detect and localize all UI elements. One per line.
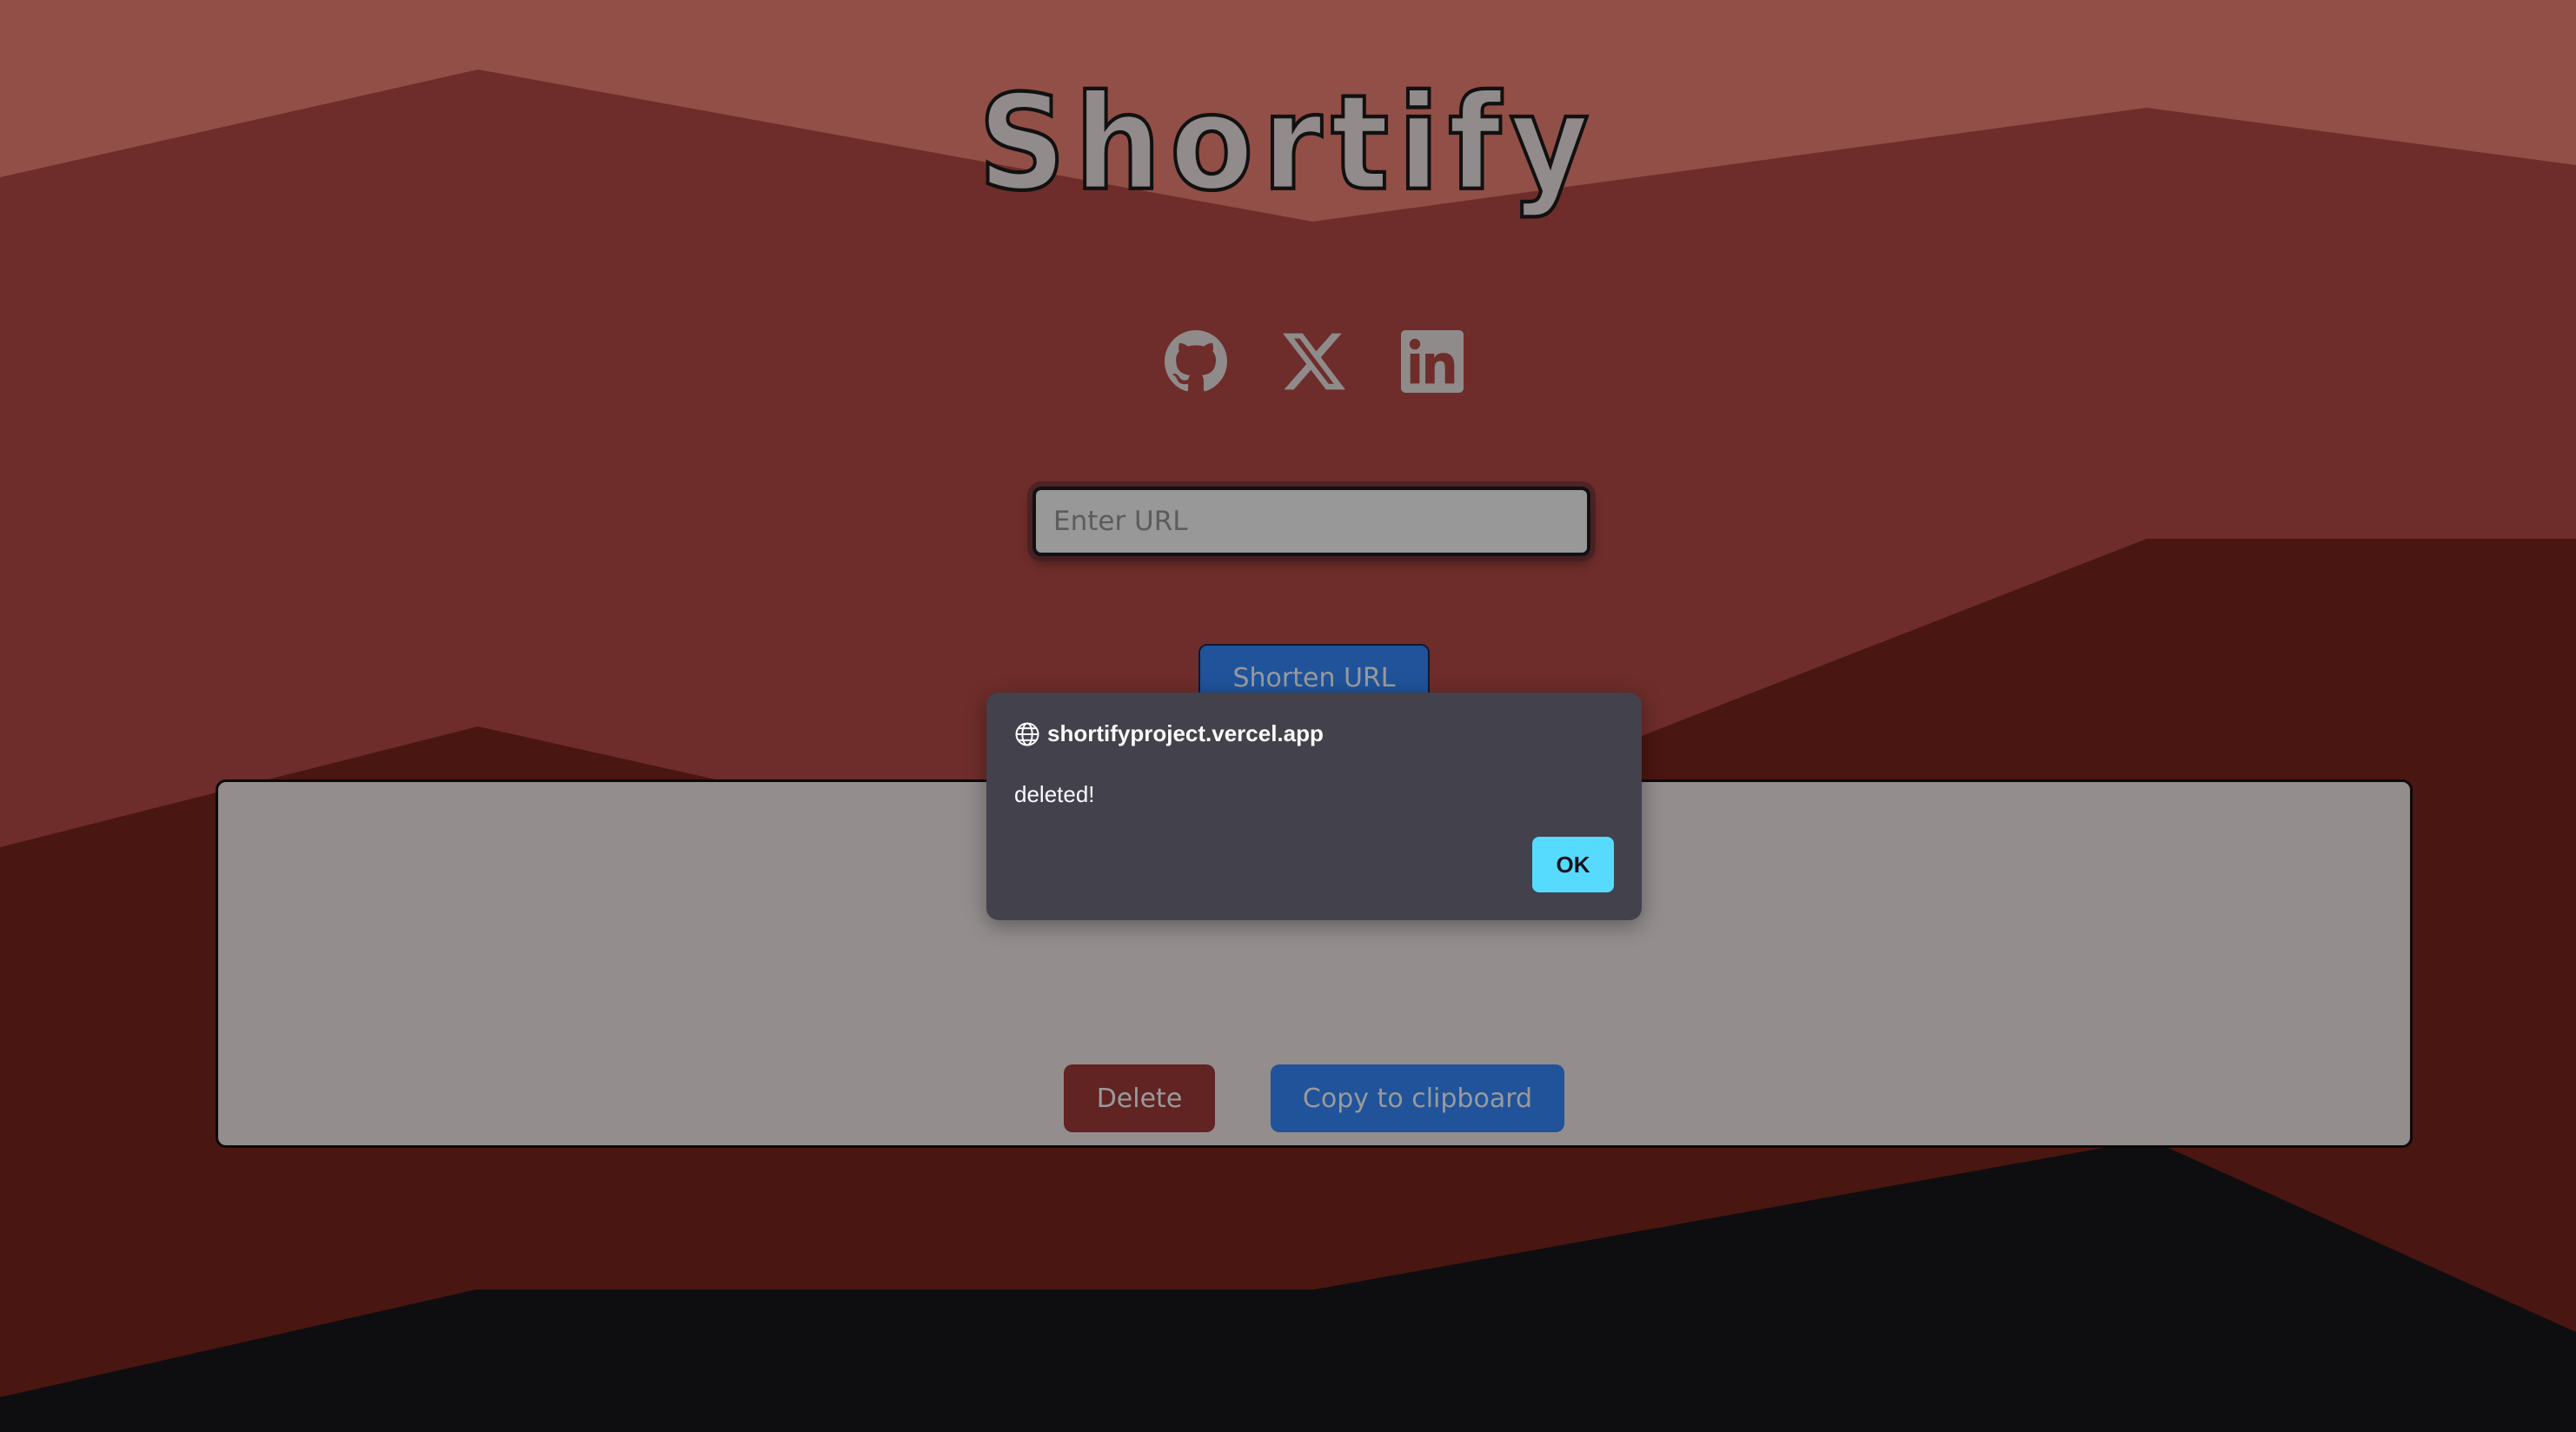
dialog-message: deleted! [1014,781,1095,807]
alert-dialog: shortifyproject.vercel.app deleted! OK [986,693,1642,920]
page-title: Shortify [977,67,1598,221]
globe-icon [1015,722,1039,746]
x-icon [1283,333,1345,390]
github-icon [1165,330,1227,392]
dialog-ok-button[interactable]: OK [1532,837,1614,892]
linkedin-icon [1401,330,1464,393]
url-input[interactable] [1032,487,1590,556]
x-link[interactable] [1283,330,1345,393]
delete-button[interactable]: Delete [1064,1064,1215,1132]
social-links [1165,330,1464,393]
linkedin-link[interactable] [1401,330,1464,393]
dialog-origin: shortifyproject.vercel.app [1014,720,1324,747]
copy-to-clipboard-button[interactable]: Copy to clipboard [1271,1064,1564,1132]
github-link[interactable] [1165,330,1227,393]
dialog-origin-text: shortifyproject.vercel.app [1047,720,1324,746]
